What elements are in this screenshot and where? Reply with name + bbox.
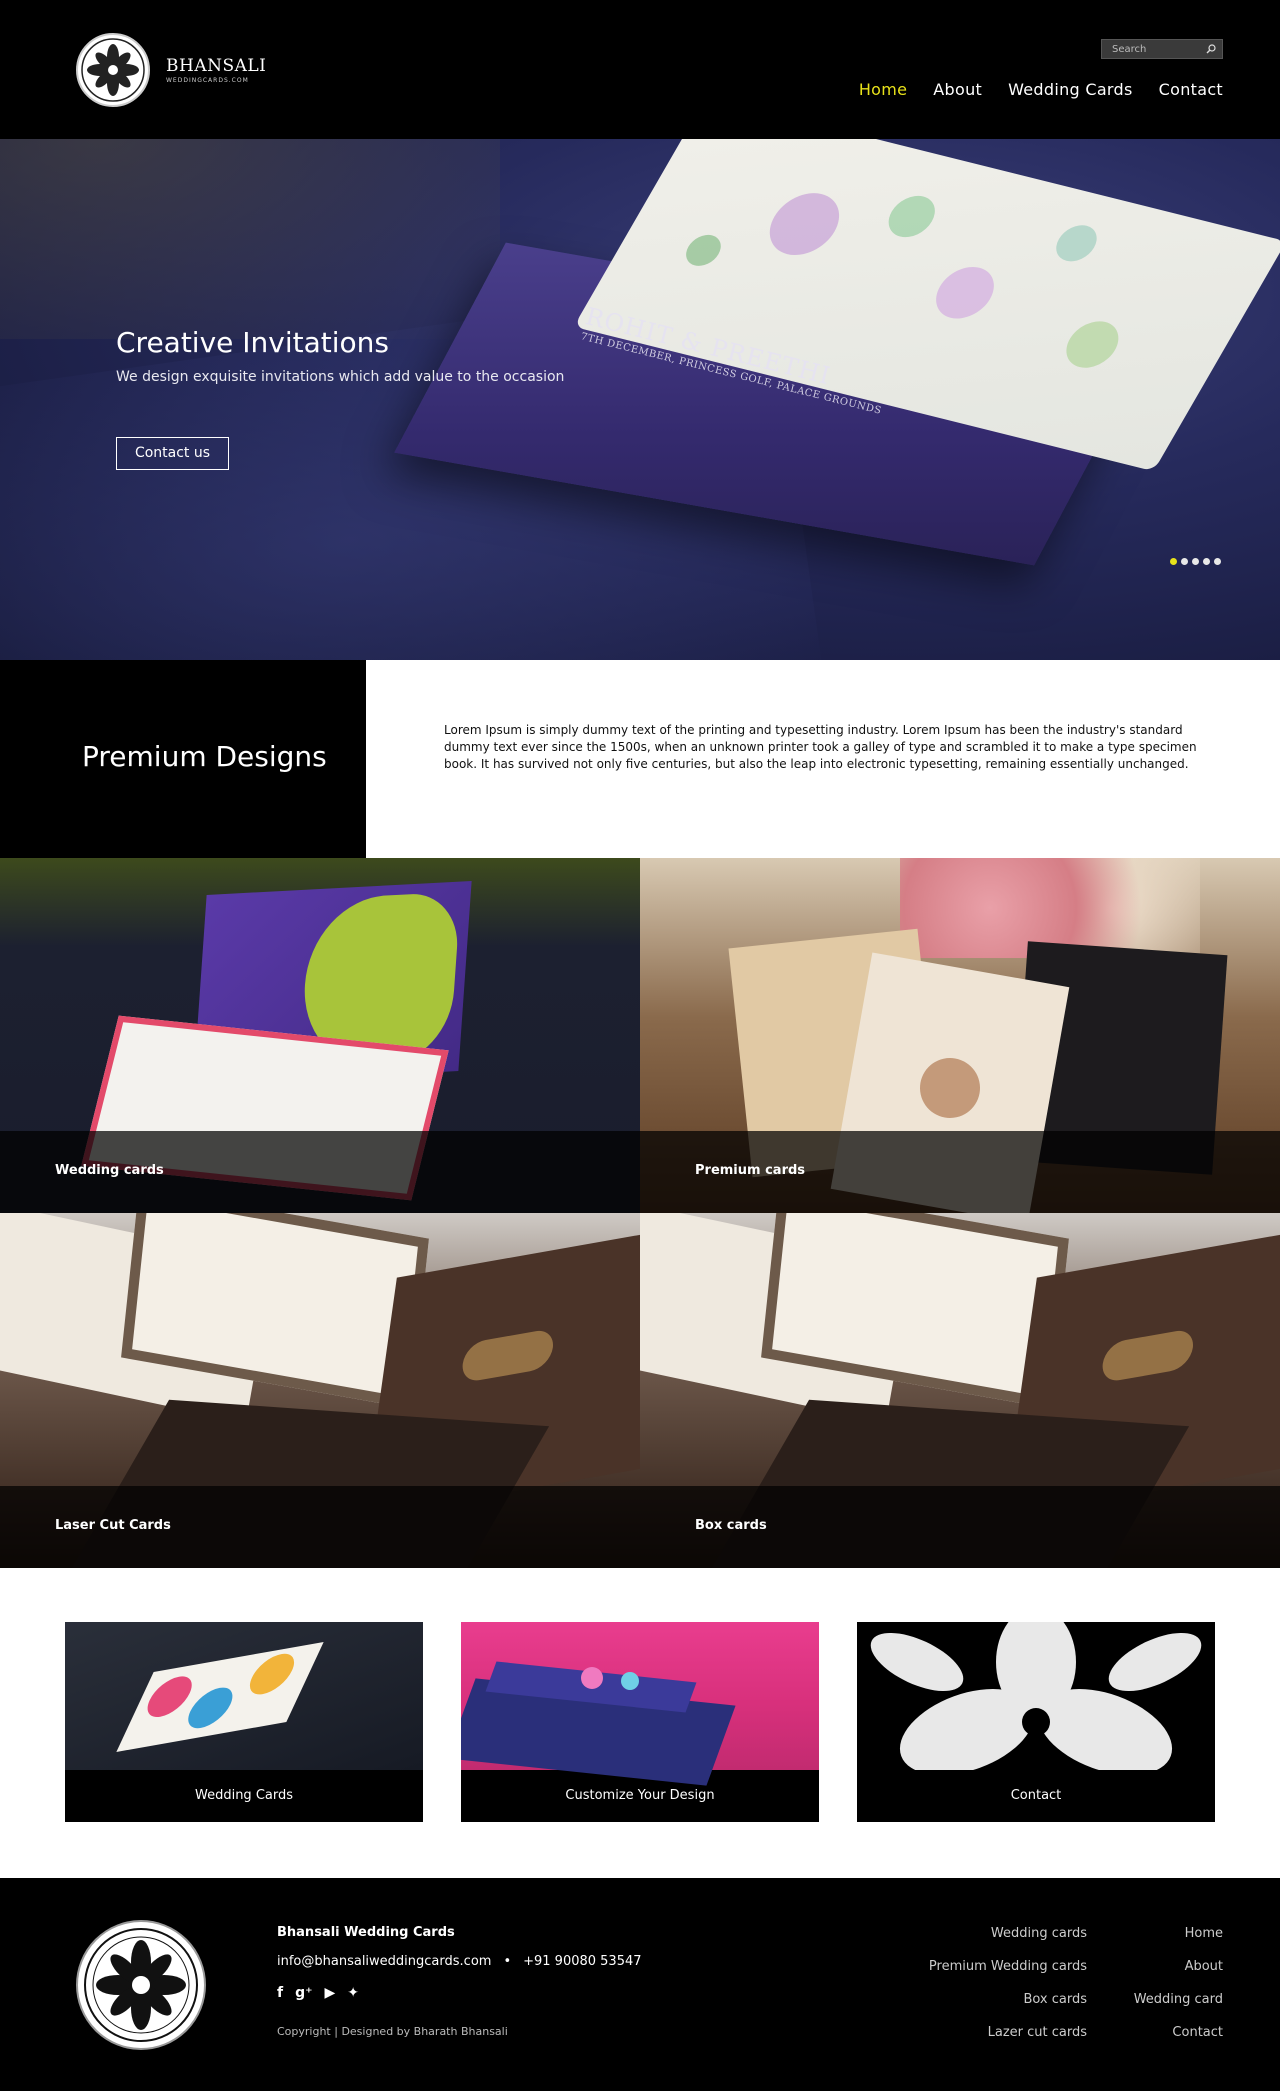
footer-company-name: Bhansali Wedding Cards — [277, 1925, 455, 1940]
footer-separator: • — [503, 1954, 512, 1969]
premium-title-panel: Premium Designs — [0, 660, 366, 858]
main-nav: Home About Wedding Cards Contact — [833, 80, 1223, 99]
footer-link-box-cards[interactable]: Box cards — [929, 1992, 1087, 2009]
box-contact[interactable]: Contact — [857, 1622, 1215, 1822]
tile-label: Laser Cut Cards — [55, 1518, 171, 1533]
brand-name: BHANSALI — [166, 56, 267, 76]
search-box — [1101, 39, 1223, 59]
footer-link-lazer-cut-cards[interactable]: Lazer cut cards — [929, 2025, 1087, 2042]
hero-title: Creative Invitations — [116, 326, 389, 359]
contact-us-button[interactable]: Contact us — [116, 437, 229, 470]
facebook-icon[interactable]: f — [277, 1985, 283, 2001]
slider-dot-2[interactable] — [1181, 558, 1188, 565]
tile-box-cards[interactable]: Box cards — [640, 1213, 1280, 1568]
nav-about[interactable]: About — [933, 80, 982, 99]
nav-contact[interactable]: Contact — [1159, 80, 1223, 99]
premium-title: Premium Designs — [82, 740, 327, 773]
box-wedding-cards[interactable]: Wedding Cards — [65, 1622, 423, 1822]
brand-logo-icon[interactable] — [76, 33, 150, 107]
hero-slider: ROHIT & PREETHI 7TH DECEMBER, PRINCESS G… — [0, 139, 1280, 660]
feature-boxes: Wedding Cards Customize Your Design Cont… — [0, 1568, 1280, 1878]
footer-link-wedding-cards[interactable]: Wedding cards — [929, 1926, 1087, 1943]
google-plus-icon[interactable]: g⁺ — [295, 1985, 312, 2001]
hero-background-grass — [0, 139, 500, 339]
tile-caption: Wedding cards — [0, 1131, 640, 1213]
footer-copyright: Copyright | Designed by Bharath Bhansali — [277, 2025, 508, 2038]
tile-caption: Premium cards — [640, 1131, 1280, 1213]
social-links: f g⁺ ▶ ✦ — [277, 1985, 359, 2001]
footer-link-about[interactable]: About — [1134, 1959, 1223, 1976]
premium-text-panel: Lorem Ipsum is simply dummy text of the … — [366, 660, 1280, 858]
nav-wedding-cards[interactable]: Wedding Cards — [1008, 80, 1133, 99]
box-label: Customize Your Design — [565, 1788, 715, 1803]
tile-caption: Laser Cut Cards — [0, 1486, 640, 1568]
box-customize-design[interactable]: Customize Your Design — [461, 1622, 819, 1822]
footer-link-premium-wedding-cards[interactable]: Premium Wedding cards — [929, 1959, 1087, 1976]
brand-wordmark[interactable]: BHANSALI WEDDINGCARDS.COM — [166, 56, 266, 84]
search-icon[interactable] — [1206, 44, 1216, 54]
box-image — [65, 1622, 423, 1770]
tile-label: Box cards — [695, 1518, 767, 1533]
search-input[interactable] — [1102, 40, 1202, 58]
brand-subtitle: WEDDINGCARDS.COM — [166, 77, 249, 84]
slider-dot-3[interactable] — [1192, 558, 1199, 565]
footer-phone[interactable]: +91 90080 53547 — [523, 1954, 641, 1969]
footer-email-link[interactable]: info@bhansaliweddingcards.com — [277, 1954, 491, 1969]
flower-pattern-image — [857, 1622, 1215, 1770]
slider-dot-4[interactable] — [1203, 558, 1210, 565]
youtube-icon[interactable]: ▶ — [325, 1985, 336, 2001]
box-label: Contact — [1010, 1788, 1062, 1803]
site-header: BHANSALI WEDDINGCARDS.COM Home About Wed… — [0, 0, 1280, 139]
site-footer: Bhansali Wedding Cards info@bhansaliwedd… — [0, 1878, 1280, 2091]
slider-dots — [1170, 558, 1221, 565]
tile-caption: Box cards — [640, 1486, 1280, 1568]
footer-link-contact[interactable]: Contact — [1134, 2025, 1223, 2042]
tile-premium-cards[interactable]: Premium cards — [640, 858, 1280, 1213]
slider-dot-5[interactable] — [1214, 558, 1221, 565]
footer-links-products: Wedding cards Premium Wedding cards Box … — [929, 1926, 1087, 2058]
tile-label: Wedding cards — [55, 1163, 164, 1178]
tile-label: Premium cards — [695, 1163, 806, 1178]
box-image — [461, 1622, 819, 1786]
slider-dot-1[interactable] — [1170, 558, 1177, 565]
tile-laser-cut-cards[interactable]: Laser Cut Cards — [0, 1213, 640, 1568]
footer-logo-icon[interactable] — [76, 1920, 206, 2050]
twitter-icon[interactable]: ✦ — [347, 1985, 359, 2001]
premium-text: Lorem Ipsum is simply dummy text of the … — [444, 723, 1197, 771]
footer-link-home[interactable]: Home — [1134, 1926, 1223, 1943]
hero-subtitle: We design exquisite invitations which ad… — [116, 369, 565, 385]
box-label: Wedding Cards — [194, 1788, 293, 1803]
footer-links-pages: Home About Wedding card Contact — [1134, 1926, 1223, 2058]
footer-contact-line: info@bhansaliweddingcards.com • +91 90080 … — [277, 1954, 642, 1969]
footer-link-wedding-card[interactable]: Wedding card — [1134, 1992, 1223, 2009]
tile-wedding-cards[interactable]: Wedding cards — [0, 858, 640, 1213]
nav-home[interactable]: Home — [859, 80, 907, 99]
